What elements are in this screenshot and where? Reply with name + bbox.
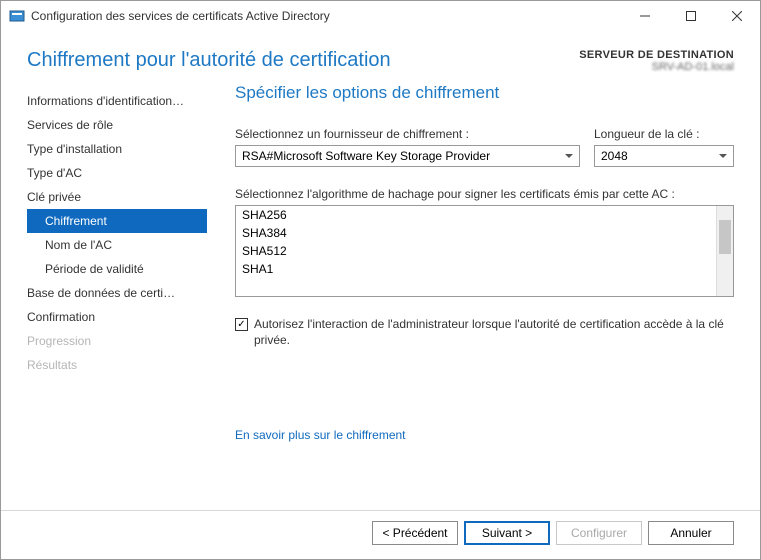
title-bar: Configuration des services de certificat… [1,1,760,31]
keylength-label: Longueur de la clé : [594,127,734,141]
hash-item-sha512[interactable]: SHA512 [236,242,716,260]
hash-item-sha384[interactable]: SHA384 [236,224,716,242]
keylength-dropdown[interactable]: 2048 [594,145,734,167]
sidebar: Informations d'identification…Services d… [27,83,207,500]
admin-interaction-row: ✓ Autorisez l'interaction de l'administr… [235,317,734,348]
provider-dropdown[interactable]: RSA#Microsoft Software Key Storage Provi… [235,145,580,167]
close-button[interactable] [714,1,760,31]
sidebar-item-6[interactable]: Nom de l'AC [27,233,207,257]
sidebar-item-11: Résultats [27,353,207,377]
destination-box: SERVEUR DE DESTINATION SRV-AD-01.local [579,49,734,73]
admin-interaction-checkbox[interactable]: ✓ [235,318,248,331]
keylength-value: 2048 [601,149,628,163]
destination-server: SRV-AD-01.local [579,61,734,73]
destination-label: SERVEUR DE DESTINATION [579,49,734,61]
content-title: Spécifier les options de chiffrement [235,83,734,103]
scrollbar[interactable] [716,206,733,296]
check-icon: ✓ [237,320,245,330]
hash-listbox[interactable]: SHA256SHA384SHA512SHA1 [235,205,734,297]
next-button[interactable]: Suivant > [464,521,550,545]
body: Informations d'identification…Services d… [1,83,760,510]
app-icon [9,8,25,24]
sidebar-item-0[interactable]: Informations d'identification… [27,89,207,113]
scroll-thumb[interactable] [719,220,731,254]
provider-column: Sélectionnez un fournisseur de chiffreme… [235,127,580,167]
sidebar-item-8[interactable]: Base de données de certi… [27,281,207,305]
header: Chiffrement pour l'autorité de certifica… [1,31,760,83]
sidebar-item-7[interactable]: Période de validité [27,257,207,281]
maximize-button[interactable] [668,1,714,31]
provider-row: Sélectionnez un fournisseur de chiffreme… [235,127,734,167]
sidebar-item-10: Progression [27,329,207,353]
help-link[interactable]: En savoir plus sur le chiffrement [235,428,406,442]
footer: < Précédent Suivant > Configurer Annuler [1,510,760,559]
sidebar-item-5[interactable]: Chiffrement [27,209,207,233]
hash-items: SHA256SHA384SHA512SHA1 [236,206,716,296]
sidebar-item-3[interactable]: Type d'AC [27,161,207,185]
configure-button: Configurer [556,521,642,545]
provider-label: Sélectionnez un fournisseur de chiffreme… [235,127,580,141]
previous-button[interactable]: < Précédent [372,521,458,545]
sidebar-item-9[interactable]: Confirmation [27,305,207,329]
hash-item-sha256[interactable]: SHA256 [236,206,716,224]
sidebar-item-4[interactable]: Clé privée [27,185,207,209]
keylength-column: Longueur de la clé : 2048 [594,127,734,167]
wizard-window: Configuration des services de certificat… [0,0,761,560]
sidebar-item-2[interactable]: Type d'installation [27,137,207,161]
admin-interaction-label: Autorisez l'interaction de l'administrat… [254,317,734,348]
page-title: Chiffrement pour l'autorité de certifica… [27,49,391,72]
window-title: Configuration des services de certificat… [31,9,622,23]
minimize-button[interactable] [622,1,668,31]
sidebar-item-1[interactable]: Services de rôle [27,113,207,137]
content: Spécifier les options de chiffrement Sél… [207,83,734,500]
window-controls [622,1,760,31]
hash-label: Sélectionnez l'algorithme de hachage pou… [235,187,734,201]
cancel-button[interactable]: Annuler [648,521,734,545]
provider-value: RSA#Microsoft Software Key Storage Provi… [242,149,490,163]
hash-item-sha1[interactable]: SHA1 [236,260,716,278]
